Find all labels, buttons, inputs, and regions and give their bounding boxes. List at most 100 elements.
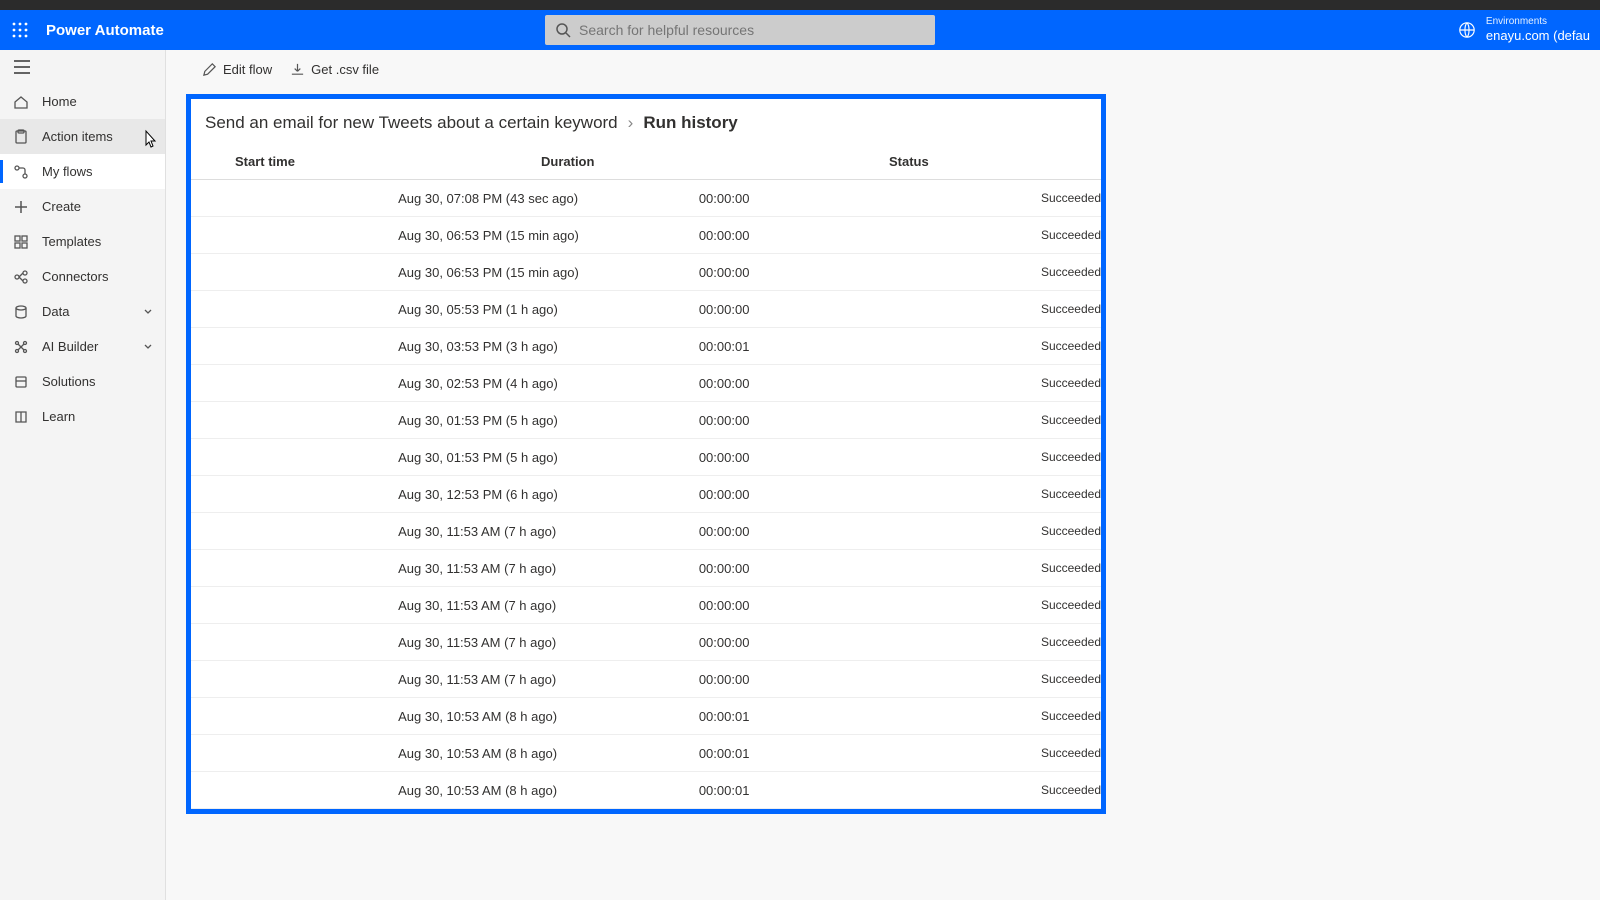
clipboard-icon xyxy=(12,128,30,146)
sidebar-toggle-button[interactable] xyxy=(0,50,165,84)
cell-duration: 00:00:00 xyxy=(699,524,1033,539)
cell-duration: 00:00:00 xyxy=(699,487,1033,502)
cell-start-time: Aug 30, 11:53 AM (7 h ago) xyxy=(354,524,699,539)
cell-start-time: Aug 30, 03:53 PM (3 h ago) xyxy=(354,339,699,354)
table-row[interactable]: Aug 30, 06:53 PM (15 min ago)00:00:00Suc… xyxy=(191,217,1101,254)
get-csv-button[interactable]: Get .csv file xyxy=(290,62,379,77)
table-row[interactable]: Aug 30, 11:53 AM (7 h ago)00:00:00Succee… xyxy=(191,513,1101,550)
sidebar-item-ai-builder[interactable]: AI Builder xyxy=(0,329,165,364)
run-history-table: Start time Duration Status Aug 30, 07:08… xyxy=(191,143,1101,809)
sidebar-item-create[interactable]: Create xyxy=(0,189,165,224)
sidebar: Home Action items My flows Create Templates C… xyxy=(0,50,166,900)
cell-duration: 00:00:00 xyxy=(699,561,1033,576)
table-row[interactable]: Aug 30, 07:08 PM (43 sec ago)00:00:00Suc… xyxy=(191,180,1101,217)
sidebar-item-learn[interactable]: Learn xyxy=(0,399,165,434)
table-header-row: Start time Duration Status xyxy=(191,143,1101,180)
cell-status: Succeeded xyxy=(1033,487,1101,501)
app-header: Power Automate Environments enayu.com (d… xyxy=(0,10,1600,50)
table-row[interactable]: Aug 30, 11:53 AM (7 h ago)00:00:00Succee… xyxy=(191,587,1101,624)
search-icon xyxy=(555,22,571,38)
sidebar-item-solutions[interactable]: Solutions xyxy=(0,364,165,399)
cell-status: Succeeded xyxy=(1033,450,1101,464)
sidebar-item-label: Action items xyxy=(42,129,113,144)
cell-start-time: Aug 30, 06:53 PM (15 min ago) xyxy=(354,228,699,243)
breadcrumb-flow-name[interactable]: Send an email for new Tweets about a cer… xyxy=(205,113,618,133)
table-row[interactable]: Aug 30, 02:53 PM (4 h ago)00:00:00Succee… xyxy=(191,365,1101,402)
cell-duration: 00:00:00 xyxy=(699,450,1033,465)
sidebar-item-my-flows[interactable]: My flows xyxy=(0,154,165,189)
cell-start-time: Aug 30, 11:53 AM (7 h ago) xyxy=(354,672,699,687)
chevron-down-icon xyxy=(143,307,153,317)
sidebar-item-label: Solutions xyxy=(42,374,95,389)
sidebar-item-home[interactable]: Home xyxy=(0,84,165,119)
table-row[interactable]: Aug 30, 10:53 AM (8 h ago)00:00:01Succee… xyxy=(191,772,1101,809)
data-icon xyxy=(12,303,30,321)
get-csv-label: Get .csv file xyxy=(311,62,379,77)
table-row[interactable]: Aug 30, 10:53 AM (8 h ago)00:00:01Succee… xyxy=(191,698,1101,735)
ai-icon xyxy=(12,338,30,356)
cell-start-time: Aug 30, 02:53 PM (4 h ago) xyxy=(354,376,699,391)
search-input[interactable] xyxy=(579,22,925,38)
sidebar-item-data[interactable]: Data xyxy=(0,294,165,329)
cell-duration: 00:00:00 xyxy=(699,228,1033,243)
edit-flow-button[interactable]: Edit flow xyxy=(202,62,272,77)
cell-status: Succeeded xyxy=(1033,635,1101,649)
app-launcher-button[interactable] xyxy=(0,22,40,38)
environment-icon xyxy=(1458,21,1476,39)
col-header-duration[interactable]: Duration xyxy=(541,154,881,169)
brand-title[interactable]: Power Automate xyxy=(46,22,164,39)
sidebar-item-label: Templates xyxy=(42,234,101,249)
breadcrumb: Send an email for new Tweets about a cer… xyxy=(191,113,1101,143)
table-row[interactable]: Aug 30, 12:53 PM (6 h ago)00:00:00Succee… xyxy=(191,476,1101,513)
table-row[interactable]: Aug 30, 03:53 PM (3 h ago)00:00:01Succee… xyxy=(191,328,1101,365)
sidebar-item-label: Home xyxy=(42,94,77,109)
cell-status: Succeeded xyxy=(1033,413,1101,427)
cell-duration: 00:00:00 xyxy=(699,635,1033,650)
cell-duration: 00:00:00 xyxy=(699,302,1033,317)
sidebar-item-action-items[interactable]: Action items xyxy=(0,119,165,154)
cell-duration: 00:00:01 xyxy=(699,709,1033,724)
breadcrumb-current: Run history xyxy=(643,113,737,133)
table-row[interactable]: Aug 30, 10:53 AM (8 h ago)00:00:01Succee… xyxy=(191,735,1101,772)
sidebar-item-label: My flows xyxy=(42,164,93,179)
cell-start-time: Aug 30, 11:53 AM (7 h ago) xyxy=(354,598,699,613)
cell-start-time: Aug 30, 05:53 PM (1 h ago) xyxy=(354,302,699,317)
cell-start-time: Aug 30, 10:53 AM (8 h ago) xyxy=(354,709,699,724)
table-row[interactable]: Aug 30, 11:53 AM (7 h ago)00:00:00Succee… xyxy=(191,661,1101,698)
sidebar-item-connectors[interactable]: Connectors xyxy=(0,259,165,294)
table-row[interactable]: Aug 30, 11:53 AM (7 h ago)00:00:00Succee… xyxy=(191,624,1101,661)
table-row[interactable]: Aug 30, 11:53 AM (7 h ago)00:00:00Succee… xyxy=(191,550,1101,587)
sidebar-item-label: Create xyxy=(42,199,81,214)
flow-icon xyxy=(12,163,30,181)
environment-label: Environments xyxy=(1486,16,1590,28)
cell-status: Succeeded xyxy=(1033,339,1101,353)
cell-duration: 00:00:00 xyxy=(699,265,1033,280)
solutions-icon xyxy=(12,373,30,391)
command-bar: Edit flow Get .csv file xyxy=(166,50,1600,88)
cell-status: Succeeded xyxy=(1033,524,1101,538)
cell-status: Succeeded xyxy=(1033,598,1101,612)
table-row[interactable]: Aug 30, 05:53 PM (1 h ago)00:00:00Succee… xyxy=(191,291,1101,328)
cell-start-time: Aug 30, 12:53 PM (6 h ago) xyxy=(354,487,699,502)
cell-start-time: Aug 30, 11:53 AM (7 h ago) xyxy=(354,561,699,576)
chevron-right-icon: › xyxy=(628,113,634,133)
col-header-status[interactable]: Status xyxy=(881,154,1101,169)
cell-duration: 00:00:00 xyxy=(699,191,1033,206)
edit-flow-label: Edit flow xyxy=(223,62,272,77)
cell-duration: 00:00:00 xyxy=(699,598,1033,613)
run-history-panel: Send an email for new Tweets about a cer… xyxy=(186,94,1106,814)
table-row[interactable]: Aug 30, 01:53 PM (5 h ago)00:00:00Succee… xyxy=(191,439,1101,476)
table-row[interactable]: Aug 30, 01:53 PM (5 h ago)00:00:00Succee… xyxy=(191,402,1101,439)
environment-picker[interactable]: Environments enayu.com (defau xyxy=(1458,16,1600,44)
cell-start-time: Aug 30, 01:53 PM (5 h ago) xyxy=(354,450,699,465)
sidebar-item-templates[interactable]: Templates xyxy=(0,224,165,259)
cell-duration: 00:00:00 xyxy=(699,672,1033,687)
table-row[interactable]: Aug 30, 06:53 PM (15 min ago)00:00:00Suc… xyxy=(191,254,1101,291)
cell-status: Succeeded xyxy=(1033,746,1101,760)
book-icon xyxy=(12,408,30,426)
search-box[interactable] xyxy=(545,15,935,45)
cell-duration: 00:00:01 xyxy=(699,783,1033,798)
col-header-start[interactable]: Start time xyxy=(191,154,541,169)
template-icon xyxy=(12,233,30,251)
cell-status: Succeeded xyxy=(1033,709,1101,723)
